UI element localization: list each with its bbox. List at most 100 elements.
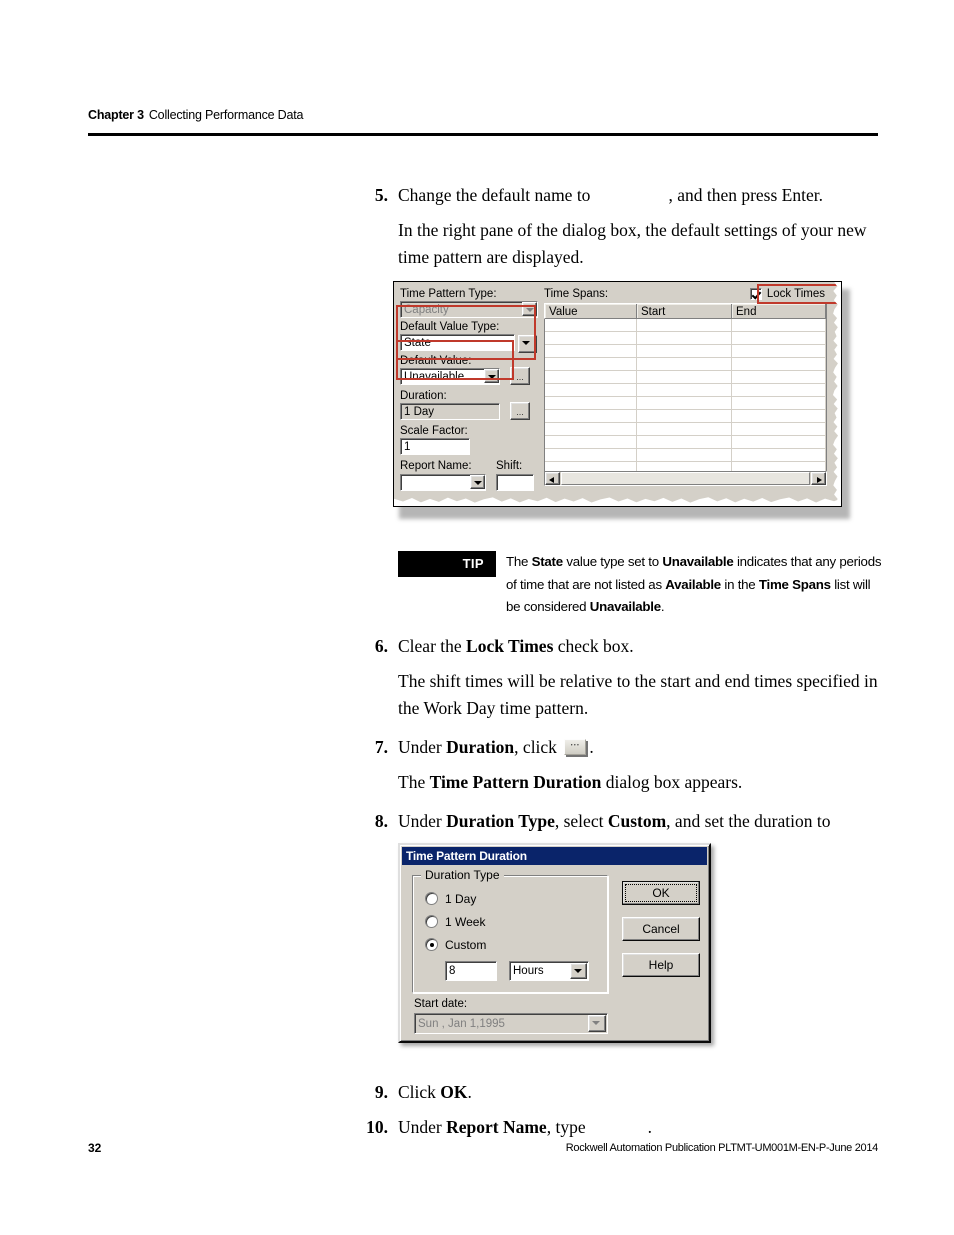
chevron-down-icon[interactable] bbox=[470, 475, 485, 489]
combo-time-pattern-type[interactable]: Capacity bbox=[400, 301, 538, 318]
label-duration: Duration: bbox=[400, 390, 447, 402]
header-chapter-title: Collecting Performance Data bbox=[148, 108, 304, 122]
field-scale-factor: Scale Factor: 1 bbox=[400, 424, 538, 455]
chevron-down-icon[interactable] bbox=[518, 335, 537, 353]
time-spans-grid-body[interactable] bbox=[544, 319, 827, 471]
step-7-bold: Duration bbox=[446, 736, 515, 757]
field-time-pattern-type: Time Pattern Type: Capacity bbox=[400, 287, 538, 318]
tip-p4: in the bbox=[720, 576, 759, 592]
chevron-down-icon[interactable] bbox=[588, 1015, 606, 1032]
table-row[interactable] bbox=[545, 332, 826, 345]
step-6-text-before: Clear the bbox=[398, 635, 467, 656]
table-row[interactable] bbox=[545, 371, 826, 384]
tip-p2: value type set to bbox=[562, 554, 663, 569]
combo-default-value[interactable]: Unavailable bbox=[400, 368, 500, 385]
default-value-browse-button[interactable]: ... bbox=[510, 367, 530, 385]
time-spans-grid-header: Value Start End bbox=[544, 303, 827, 319]
step-10-text-after: . bbox=[647, 1116, 652, 1137]
help-button[interactable]: Help bbox=[622, 953, 700, 977]
chevron-down-icon[interactable] bbox=[484, 369, 499, 383]
lock-times-checkbox[interactable] bbox=[749, 288, 762, 300]
step-8-number: 8. bbox=[374, 810, 388, 831]
tip-text: The State value type set to Unavailable … bbox=[496, 551, 882, 619]
table-row[interactable] bbox=[545, 384, 826, 397]
radio-custom[interactable] bbox=[425, 938, 438, 951]
scroll-track[interactable] bbox=[561, 472, 810, 485]
duration-type-legend: Duration Type bbox=[421, 868, 504, 882]
step-7-sub-bold: Time Pattern Duration bbox=[429, 771, 602, 792]
step-6-number: 6. bbox=[374, 635, 388, 656]
custom-duration-unit-combo[interactable]: Hours bbox=[509, 961, 589, 981]
table-row[interactable] bbox=[545, 462, 826, 471]
time-pattern-left-pane: Time Pattern Type: Capacity Default Valu… bbox=[396, 287, 538, 492]
chevron-down-icon[interactable] bbox=[522, 302, 537, 316]
radio-1-week[interactable] bbox=[425, 915, 438, 928]
scale-factor-input[interactable]: 1 bbox=[400, 438, 470, 455]
radio-1-week-label[interactable]: 1 Week bbox=[445, 915, 485, 929]
table-row[interactable] bbox=[545, 358, 826, 371]
tip-b4: Time Spans bbox=[758, 576, 831, 592]
step-9: 9. Click OK. bbox=[362, 1079, 882, 1106]
table-row[interactable] bbox=[545, 449, 826, 462]
step-9-text: Click OK. bbox=[398, 1079, 882, 1106]
step-8-bold2: Custom bbox=[607, 810, 667, 831]
combo-default-value-type-value: State bbox=[400, 334, 515, 351]
radio-custom-label[interactable]: Custom bbox=[445, 938, 486, 952]
start-date-combo[interactable]: Sun , Jan 1,1995 bbox=[414, 1013, 608, 1034]
combo-default-value-type[interactable]: State bbox=[400, 334, 515, 351]
screenshot-time-pattern-duration-dialog: Time Pattern Duration Duration Type 1 Da… bbox=[398, 843, 711, 1043]
table-row[interactable] bbox=[545, 319, 826, 332]
scroll-right-icon[interactable] bbox=[811, 472, 826, 485]
step-5-subtext: In the right pane of the dialog box, the… bbox=[398, 220, 867, 267]
column-header-end[interactable]: End bbox=[732, 304, 826, 318]
step-10-bold: Report Name bbox=[446, 1116, 547, 1137]
tip-p6: . bbox=[660, 599, 665, 614]
table-row[interactable] bbox=[545, 397, 826, 410]
radio-1-day[interactable] bbox=[425, 892, 438, 905]
label-default-value-type: Default Value Type: bbox=[400, 321, 500, 333]
tip-b1: State bbox=[531, 554, 564, 569]
step-6-bold: Lock Times bbox=[466, 635, 554, 656]
column-header-start[interactable]: Start bbox=[637, 304, 732, 318]
screenshot-time-pattern-editor: Time Pattern Type: Capacity Default Valu… bbox=[393, 281, 850, 519]
label-report-name: Report Name: bbox=[400, 460, 472, 472]
step-7-sub-before: The bbox=[398, 771, 430, 792]
scroll-left-icon[interactable] bbox=[545, 472, 560, 485]
table-row[interactable] bbox=[545, 410, 826, 423]
page-header: Chapter 3 Collecting Performance Data bbox=[88, 108, 878, 122]
step-7-text-after: . bbox=[589, 736, 594, 757]
time-spans-horizontal-scrollbar[interactable] bbox=[544, 471, 827, 486]
step-5-text: Change the default name to , and then pre… bbox=[398, 182, 882, 209]
label-scale-factor: Scale Factor: bbox=[400, 425, 468, 437]
step-7: 7. Under Duration, click . bbox=[362, 734, 882, 761]
step-6-subtext: The shift times will be relative to the … bbox=[398, 670, 878, 718]
chevron-down-icon[interactable] bbox=[570, 963, 587, 979]
step-10-text: Under Report Name, type. bbox=[398, 1114, 882, 1141]
table-row[interactable] bbox=[545, 345, 826, 358]
tip-p1: The bbox=[506, 554, 532, 569]
duration-browse-button[interactable]: ... bbox=[510, 402, 530, 420]
ellipsis-button-icon bbox=[564, 738, 587, 755]
label-start-date: Start date: bbox=[414, 998, 468, 1010]
step-9-bold: OK bbox=[440, 1081, 468, 1102]
column-header-value[interactable]: Value bbox=[545, 304, 637, 318]
step-9-number: 9. bbox=[374, 1081, 388, 1102]
table-row[interactable] bbox=[545, 423, 826, 436]
custom-duration-input[interactable]: 8 bbox=[445, 961, 497, 981]
radio-1-day-label[interactable]: 1 Day bbox=[445, 892, 476, 906]
step-5-number: 5. bbox=[374, 185, 388, 205]
label-shift: Shift: bbox=[496, 460, 523, 472]
combo-time-pattern-type-value: Capacity bbox=[400, 301, 538, 318]
ok-button[interactable]: OK bbox=[622, 881, 700, 905]
step-5-text-before: Change the default name to bbox=[398, 185, 591, 205]
cancel-button[interactable]: Cancel bbox=[622, 917, 700, 941]
lock-times-label: Lock Times bbox=[766, 288, 825, 300]
step-6-text-after: check box. bbox=[553, 635, 634, 656]
table-row[interactable] bbox=[545, 436, 826, 449]
shift-input[interactable] bbox=[496, 474, 534, 491]
label-time-spans: Time Spans: bbox=[544, 288, 609, 300]
combo-report-name[interactable] bbox=[400, 474, 486, 491]
step-6-text: Clear the Lock Times check box. bbox=[398, 633, 882, 660]
step-8-bold1: Duration Type bbox=[446, 810, 555, 831]
lock-times-control[interactable]: Lock Times bbox=[749, 287, 827, 301]
